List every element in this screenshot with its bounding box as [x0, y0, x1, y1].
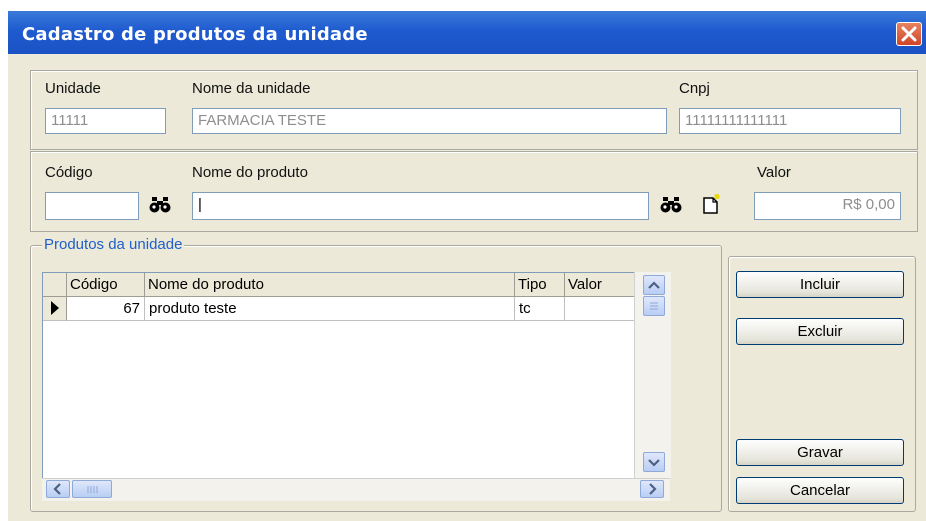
table-row-codigo[interactable]: 67	[67, 297, 145, 321]
scroll-up-button[interactable]	[643, 275, 665, 295]
horizontal-scroll-thumb[interactable]	[72, 480, 112, 498]
column-header-codigo[interactable]: Código	[67, 273, 145, 297]
horizontal-scrollbar[interactable]	[42, 478, 670, 501]
cnpj-field[interactable]: 11111111111111	[679, 108, 901, 134]
grip-icon	[87, 486, 98, 493]
nome-unidade-label: Nome da unidade	[192, 80, 311, 97]
scroll-left-button[interactable]	[46, 480, 70, 498]
nome-produto-field[interactable]: |	[192, 192, 649, 220]
table-row-tipo[interactable]: tc	[515, 297, 565, 321]
row-indicator[interactable]	[43, 297, 67, 321]
incluir-button[interactable]: Incluir	[736, 271, 904, 298]
binoculars-icon[interactable]	[149, 197, 171, 213]
binoculars-icon[interactable]	[660, 197, 682, 213]
vertical-scrollbar[interactable]	[634, 272, 671, 478]
grid-indicator-header	[43, 273, 67, 297]
produtos-group-title: Produtos da unidade	[42, 236, 185, 253]
scroll-down-button[interactable]	[643, 452, 665, 472]
window-title: Cadastro de produtos da unidade	[22, 24, 368, 45]
cnpj-label: Cnpj	[679, 80, 710, 97]
unidade-label: Unidade	[45, 80, 101, 97]
column-header-tipo[interactable]: Tipo	[515, 273, 565, 297]
chevron-down-icon	[648, 459, 660, 467]
codigo-label: Código	[45, 164, 93, 181]
produtos-grid[interactable]: Código Nome do produto Tipo Valor 67 pro…	[42, 272, 670, 500]
nome-unidade-field[interactable]: FARMACIA TESTE	[192, 108, 667, 134]
scroll-thumb[interactable]	[643, 296, 665, 316]
excluir-button[interactable]: Excluir	[736, 318, 904, 345]
close-icon	[901, 26, 917, 42]
table-row-nome[interactable]: produto teste	[145, 297, 515, 321]
scroll-right-button[interactable]	[640, 480, 664, 498]
column-header-nome[interactable]: Nome do produto	[145, 273, 515, 297]
chevron-left-icon	[53, 483, 61, 495]
nome-produto-label: Nome do produto	[192, 164, 308, 181]
gravar-button[interactable]: Gravar	[736, 439, 904, 466]
new-document-icon[interactable]	[700, 193, 724, 215]
chevron-right-icon	[649, 483, 657, 495]
grip-icon	[650, 302, 658, 310]
unidade-field[interactable]: 11111	[45, 108, 166, 134]
cancelar-button[interactable]: Cancelar	[736, 477, 904, 504]
close-button[interactable]	[896, 22, 922, 46]
title-bar[interactable]: Cadastro de produtos da unidade	[8, 11, 926, 54]
valor-field[interactable]: R$ 0,00	[754, 192, 901, 220]
valor-label: Valor	[757, 164, 791, 181]
row-pointer-icon	[51, 301, 59, 315]
codigo-field[interactable]	[45, 192, 139, 220]
chevron-up-icon	[648, 281, 660, 289]
